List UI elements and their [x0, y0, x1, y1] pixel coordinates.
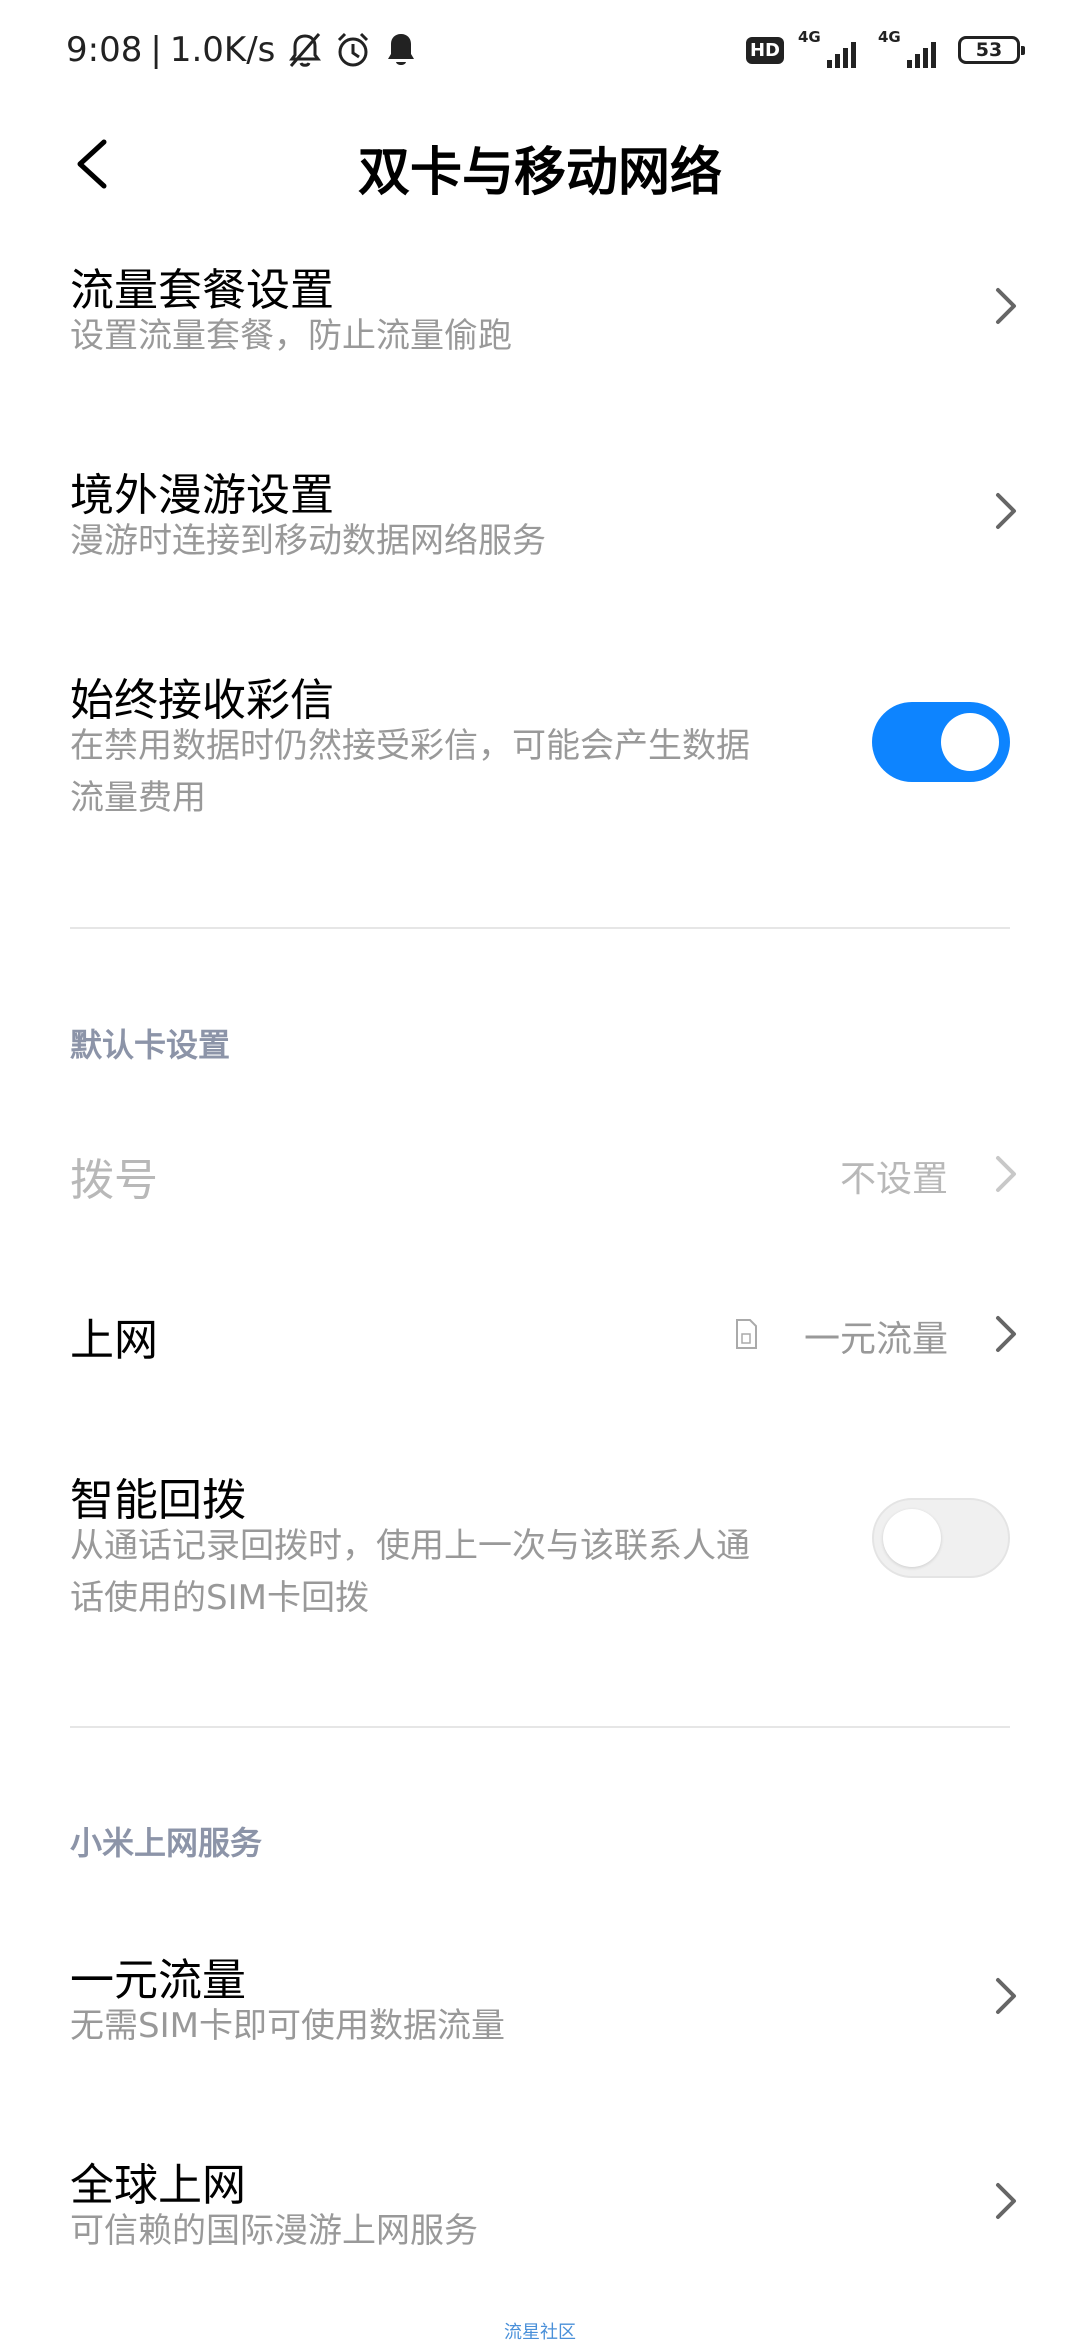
row-title: 智能回拨 [70, 1475, 246, 1526]
smart-callback-toggle[interactable] [872, 1498, 1010, 1578]
global-internet-row[interactable]: 全球上网 可信赖的国际漫游上网服务 [0, 2135, 1080, 2295]
status-left: 9:08 | 1.0K/s [66, 26, 419, 74]
row-subtitle-line2: 流量费用 [70, 778, 206, 818]
row-subtitle: 无需SIM卡即可使用数据流量 [70, 2006, 505, 2046]
clock: 9:08 [66, 30, 143, 70]
chevron-right-icon [996, 288, 1016, 324]
bell-icon [388, 34, 415, 65]
roaming-settings-row[interactable]: 境外漫游设置 漫游时连接到移动数据网络服务 [0, 445, 1080, 605]
row-value: 不设置 [839, 1159, 948, 1200]
toggle-knob [941, 713, 999, 771]
chevron-right-icon [996, 2183, 1016, 2219]
row-subtitle-line1: 在禁用数据时仍然接受彩信，可能会产生数据 [70, 726, 750, 766]
row-title: 一元流量 [70, 1955, 246, 2006]
chevron-right-icon [996, 493, 1016, 529]
network-speed: 1.0K/s [169, 30, 276, 70]
row-subtitle-line1: 从通话记录回拨时，使用上一次与该联系人通 [70, 1526, 750, 1566]
row-subtitle: 设置流量套餐，防止流量偷跑 [70, 316, 512, 356]
sim1-network-label: 4G [798, 28, 821, 46]
divider [70, 1726, 1010, 1728]
smart-callback-row[interactable]: 智能回拨 从通话记录回拨时，使用上一次与该联系人通 话使用的SIM卡回拨 [0, 1450, 1080, 1650]
row-title: 全球上网 [70, 2160, 246, 2211]
row-title: 始终接收彩信 [70, 675, 334, 726]
toggle-knob [883, 1509, 941, 1567]
title-bar: 双卡与移动网络 [0, 110, 1080, 220]
status-bar: 9:08 | 1.0K/s HD 4G 4G 53 [0, 0, 1080, 100]
watermark: 流星社区 [504, 2322, 576, 2343]
data-plan-settings-row[interactable]: 流量套餐设置 设置流量套餐，防止流量偷跑 [0, 240, 1080, 400]
sim-card-icon [736, 1319, 757, 1349]
page-title: 双卡与移动网络 [357, 143, 722, 203]
status-right: HD 4G 4G 53 [745, 28, 1025, 70]
chevron-right-icon [996, 1978, 1016, 2014]
bell-off-icon [289, 33, 322, 67]
hd-badge: HD [745, 36, 784, 64]
sim1-signal-icon: 4G [798, 28, 856, 68]
always-receive-mms-row[interactable]: 始终接收彩信 在禁用数据时仍然接受彩信，可能会产生数据 流量费用 [0, 650, 1080, 850]
status-separator: | [150, 30, 162, 70]
row-title: 境外漫游设置 [70, 470, 334, 521]
chevron-right-icon [996, 1316, 1016, 1352]
row-title: 上网 [70, 1315, 158, 1366]
chevron-right-icon [996, 1156, 1016, 1192]
alarm-icon [338, 32, 369, 67]
row-subtitle-line2: 话使用的SIM卡回拨 [70, 1578, 369, 1618]
row-title: 流量套餐设置 [70, 265, 334, 316]
battery-level: 53 [975, 39, 1003, 61]
section-header-default-card: 默认卡设置 [70, 1026, 231, 1064]
mms-toggle[interactable] [872, 702, 1010, 782]
section-header-xiaomi-services: 小米上网服务 [70, 1824, 263, 1862]
row-title: 拨号 [70, 1155, 158, 1206]
internet-default-row[interactable]: 上网 一元流量 [0, 1280, 1080, 1390]
divider [70, 927, 1010, 929]
row-subtitle: 可信赖的国际漫游上网服务 [70, 2211, 478, 2251]
one-yuan-data-row[interactable]: 一元流量 无需SIM卡即可使用数据流量 [0, 1930, 1080, 2090]
row-value: 一元流量 [803, 1319, 948, 1360]
sim2-signal-icon: 4G [878, 28, 936, 68]
battery-icon: 53 [958, 36, 1025, 64]
row-subtitle: 漫游时连接到移动数据网络服务 [70, 521, 546, 561]
dial-default-row[interactable]: 拨号 不设置 [0, 1120, 1080, 1230]
sim2-network-label: 4G [878, 28, 901, 46]
